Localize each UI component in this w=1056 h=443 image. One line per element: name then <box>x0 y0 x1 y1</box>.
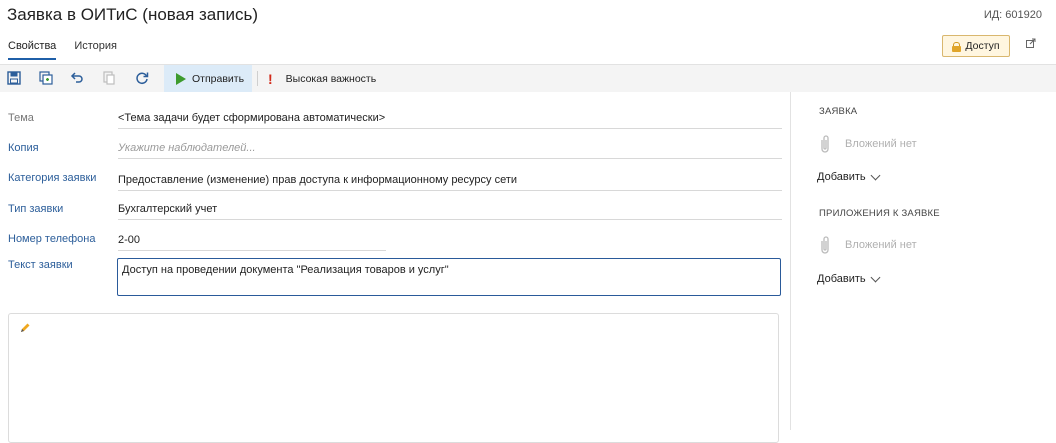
paperclip-icon <box>821 236 829 254</box>
page-title: Заявка в ОИТиС (новая запись) <box>7 5 258 24</box>
lock-icon <box>952 41 962 52</box>
play-icon <box>176 72 186 85</box>
refresh-icon[interactable] <box>135 71 149 85</box>
no-attachments-label: Вложений нет <box>845 239 917 251</box>
attachments-panel: ЗАЯВКА Вложений нет Добавить ПРИЛОЖЕНИЯ … <box>790 92 1056 430</box>
topic-field: <Тема задачи будет сформирована автомати… <box>118 112 782 129</box>
phone-field[interactable]: 2-00 <box>118 234 386 251</box>
importance-button[interactable]: ! Высокая важность <box>268 65 376 92</box>
popout-icon[interactable] <box>1026 38 1036 48</box>
type-label: Тип заявки <box>8 203 64 215</box>
paperclip-icon <box>821 135 829 153</box>
tab-history[interactable]: История <box>74 40 117 60</box>
topic-label: Тема <box>8 112 34 124</box>
toolbar-divider <box>257 71 258 86</box>
request-text-input[interactable]: Доступ на проведении документа "Реализац… <box>117 258 781 296</box>
importance-label: Высокая важность <box>285 72 377 85</box>
observers-input[interactable]: Укажите наблюдателей... <box>118 142 782 159</box>
send-button[interactable]: Отправить <box>164 65 252 92</box>
appendix-attachments-title: ПРИЛОЖЕНИЯ К ЗАЯВКЕ <box>819 208 940 219</box>
copy-icon[interactable] <box>102 71 116 85</box>
request-attachments-title: ЗАЯВКА <box>819 106 858 117</box>
rich-text-editor[interactable] <box>8 313 779 443</box>
header: Заявка в ОИТиС (новая запись) ИД: 601920… <box>0 0 1056 64</box>
save-copy-icon[interactable] <box>39 71 53 85</box>
tab-properties[interactable]: Свойства <box>8 40 57 60</box>
add-label: Добавить <box>817 171 866 183</box>
toolbar: Отправить ! Высокая важность <box>0 64 1056 92</box>
category-field[interactable]: Предоставление (изменение) прав доступа … <box>118 174 782 191</box>
copy-label: Копия <box>8 142 39 154</box>
phone-label: Номер телефона <box>8 233 96 245</box>
add-label: Добавить <box>817 273 866 285</box>
save-icon[interactable] <box>7 71 21 85</box>
type-field[interactable]: Бухгалтерский учет <box>118 203 782 220</box>
chevron-down-icon <box>870 170 881 181</box>
record-id: ИД: 601920 <box>983 9 1042 21</box>
chevron-down-icon <box>870 272 881 283</box>
add-request-attachment-button[interactable]: Добавить <box>817 170 881 183</box>
category-label: Категория заявки <box>8 172 97 184</box>
send-button-label: Отправить <box>192 72 245 85</box>
exclamation-icon: ! <box>268 70 273 87</box>
pencil-icon[interactable] <box>19 322 31 334</box>
add-appendix-attachment-button[interactable]: Добавить <box>817 272 881 285</box>
text-label: Текст заявки <box>8 259 73 271</box>
no-attachments-label: Вложений нет <box>845 138 917 150</box>
tabs: Свойства История <box>8 40 117 60</box>
request-attachments-empty: Вложений нет <box>819 134 917 154</box>
undo-icon[interactable] <box>70 71 84 85</box>
access-button[interactable]: Доступ <box>942 35 1010 57</box>
appendix-attachments-empty: Вложений нет <box>819 235 917 255</box>
access-button-label: Доступ <box>965 40 1000 52</box>
